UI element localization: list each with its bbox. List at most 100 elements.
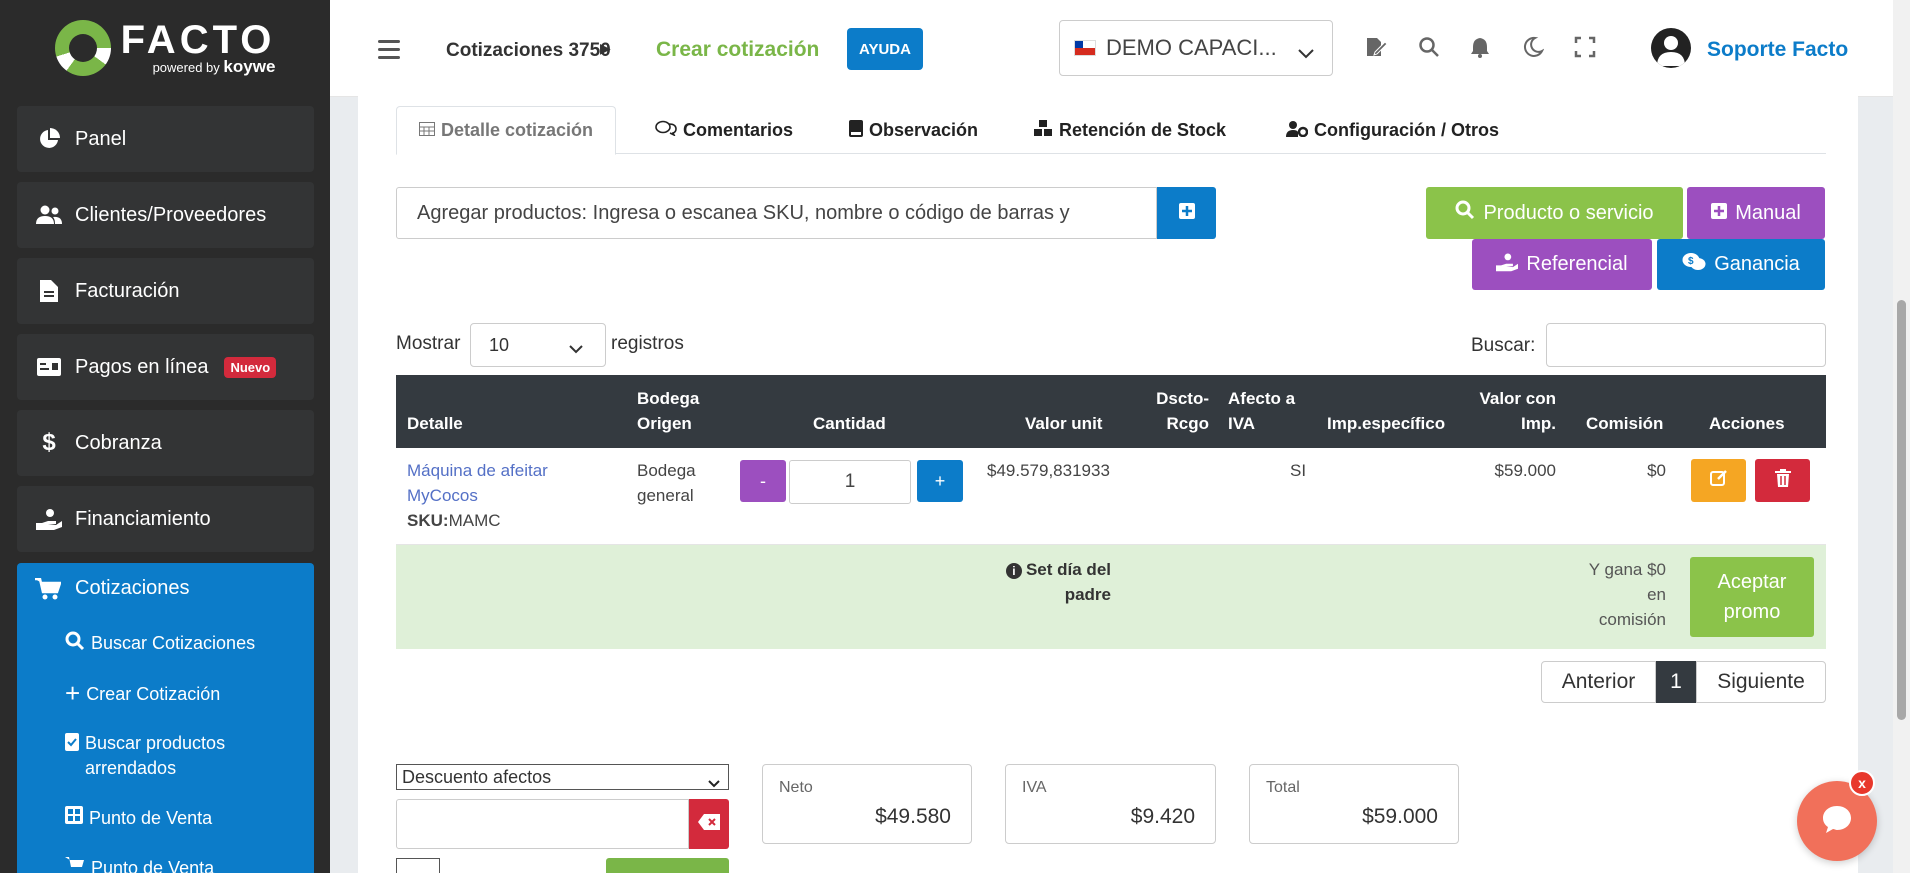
sidebar-item-clientes[interactable]: Clientes/Proveedores <box>17 182 314 248</box>
tab-comentarios[interactable]: Comentarios <box>655 106 793 155</box>
grid-icon <box>65 806 83 831</box>
apply-discount-button[interactable] <box>606 858 729 873</box>
quantity-input[interactable]: 1 <box>789 460 911 504</box>
product-name-link[interactable]: Máquina de afeitar MyCocos <box>407 458 548 508</box>
tab-observacion[interactable]: Observación <box>849 106 978 155</box>
page-size-value: 10 <box>489 334 510 355</box>
koywe-brand: koywe <box>223 57 276 76</box>
col-acciones: Acciones <box>1709 414 1785 433</box>
table-search-label: Buscar: <box>1471 335 1536 356</box>
neto-box: Neto $49.580 <box>762 764 972 844</box>
button-label: Manual <box>1735 201 1801 224</box>
sidebar-item-label: Pagos en línea <box>75 355 209 378</box>
bell-icon[interactable] <box>1469 36 1493 60</box>
delete-button[interactable] <box>1755 459 1810 502</box>
sidebar-subitem-buscar-cotizaciones[interactable]: Buscar Cotizaciones <box>65 631 255 658</box>
accept-promo-button[interactable]: Aceptar promo <box>1690 557 1814 637</box>
tab-retencion-stock[interactable]: Retención de Stock <box>1033 106 1226 155</box>
moon-icon[interactable] <box>1522 36 1546 60</box>
company-selector[interactable]: DEMO CAPACI... <box>1059 20 1333 76</box>
manual-button[interactable]: Manual <box>1687 187 1825 239</box>
sidebar-item-cotizaciones-header[interactable]: Cotizaciones <box>17 563 314 614</box>
chevron-down-icon <box>1298 39 1314 65</box>
button-label-line2: promo <box>1723 601 1781 623</box>
cubes-icon <box>1033 119 1053 142</box>
discount-input[interactable] <box>396 799 689 849</box>
tab-label: Detalle cotización <box>441 120 594 140</box>
hamburger-menu-icon[interactable] <box>378 40 400 64</box>
help-button[interactable]: AYUDA <box>847 28 923 70</box>
col-valor-unit: Valor unit <box>1025 414 1103 433</box>
pagination-next[interactable]: Siguiente <box>1696 661 1826 703</box>
sidebar-item-pagos[interactable]: Pagos en línea Nuevo <box>17 334 314 400</box>
hand-money-icon <box>1496 252 1519 278</box>
total-box: Total $59.000 <box>1249 764 1459 844</box>
plus-square-icon <box>1178 202 1195 224</box>
breadcrumb-parent[interactable]: Cotizaciones 3750 <box>446 40 611 62</box>
tab-label: Comentarios <box>683 120 794 140</box>
iva-label: IVA <box>1022 779 1047 796</box>
sidebar-item-facturacion[interactable]: Facturación <box>17 258 314 324</box>
product-search-input[interactable]: Agregar productos: Ingresa o escanea SKU… <box>396 187 1157 239</box>
scrollbar-thumb[interactable] <box>1897 300 1906 720</box>
chevron-down-icon <box>569 338 583 359</box>
user-name[interactable]: Soporte Facto <box>1707 38 1848 62</box>
ganancia-button[interactable]: $ Ganancia <box>1657 239 1825 290</box>
pie-chart-icon <box>35 128 63 150</box>
tab-detalle-cotizacion[interactable]: Detalle cotización <box>396 106 617 155</box>
button-label: Referencial <box>1526 253 1628 275</box>
add-product-button[interactable] <box>1157 187 1216 239</box>
tab-label: Retención de Stock <box>1059 120 1227 140</box>
user-avatar[interactable] <box>1651 28 1691 68</box>
sidebar-subitem-crear-cotizacion[interactable]: + Crear Cotización <box>65 680 221 707</box>
show-label: Mostrar <box>396 333 461 354</box>
card-icon <box>35 358 63 376</box>
sidebar-item-financiamiento[interactable]: Financiamiento <box>17 486 314 552</box>
sidebar-subitem-label: Crear Cotización <box>86 684 221 704</box>
col-detalle: Detalle <box>407 414 463 433</box>
discount-type-select[interactable]: Descuento afectos <box>396 764 729 790</box>
promo-gain: Y gana $0 en comisión <box>1588 560 1666 629</box>
valor-unit: $49.579,831933 <box>987 461 1110 480</box>
dollar-icon: $ <box>42 429 56 456</box>
sidebar-item-panel[interactable]: Panel <box>17 106 314 172</box>
clear-discount-button[interactable] <box>689 799 729 849</box>
tab-bar: Detalle cotización Comentarios Observaci… <box>396 106 1826 155</box>
total-label: Total <box>1266 779 1300 796</box>
product-sku: SKU:MAMC <box>407 511 501 530</box>
page-size-select[interactable]: 10 <box>470 323 606 367</box>
pagination-current-page[interactable]: 1 <box>1656 661 1696 703</box>
facto-logo[interactable]: FACTO powered by koywe <box>0 0 330 95</box>
sidebar-item-label: Panel <box>75 127 127 150</box>
comments-icon <box>655 120 677 141</box>
bottom-checkbox[interactable] <box>396 858 440 873</box>
sidebar-subitem-punto-de-venta-2[interactable]: Punto de Venta <box>65 856 214 873</box>
button-label: Producto o servicio <box>1483 201 1654 224</box>
fullscreen-icon[interactable] <box>1574 36 1598 60</box>
decrease-quantity-button[interactable]: - <box>740 460 786 502</box>
edit-button[interactable] <box>1691 459 1746 502</box>
tab-configuracion[interactable]: Configuración / Otros <box>1286 106 1499 155</box>
button-label-line1: Aceptar <box>1717 571 1787 593</box>
pagination-previous[interactable]: Anterior <box>1541 661 1656 703</box>
sidebar-item-cobranza[interactable]: $ Cobranza <box>17 410 314 476</box>
promo-row: i Set día del padre Y gana $0 en comisión A… <box>396 545 1826 649</box>
sidebar-subitem-productos-arrendados[interactable]: Buscar productos arrendados <box>65 731 305 781</box>
col-imp-especifico: Imp.específico <box>1327 414 1446 433</box>
sidebar-subitem-punto-de-venta[interactable]: Punto de Venta <box>65 806 212 831</box>
backspace-icon <box>698 813 720 835</box>
sidebar-subitem-label: Buscar productos arrendados <box>85 733 226 778</box>
breadcrumb-separator-icon: ▶ <box>600 40 611 56</box>
producto-servicio-button[interactable]: Producto o servicio <box>1426 187 1683 239</box>
total-value: $59.000 <box>1362 805 1438 828</box>
page-scrollbar[interactable] <box>1893 0 1910 873</box>
table-search-input[interactable] <box>1546 323 1826 367</box>
increase-quantity-button[interactable]: + <box>917 460 963 502</box>
referencial-button[interactable]: Referencial <box>1472 239 1652 290</box>
close-chat-button[interactable]: x <box>1849 770 1875 796</box>
edit-document-icon[interactable] <box>1365 36 1389 60</box>
search-icon[interactable] <box>1418 36 1442 60</box>
company-name: DEMO CAPACI... <box>1106 35 1277 60</box>
chevron-down-icon <box>708 772 720 793</box>
users-icon <box>35 205 63 225</box>
